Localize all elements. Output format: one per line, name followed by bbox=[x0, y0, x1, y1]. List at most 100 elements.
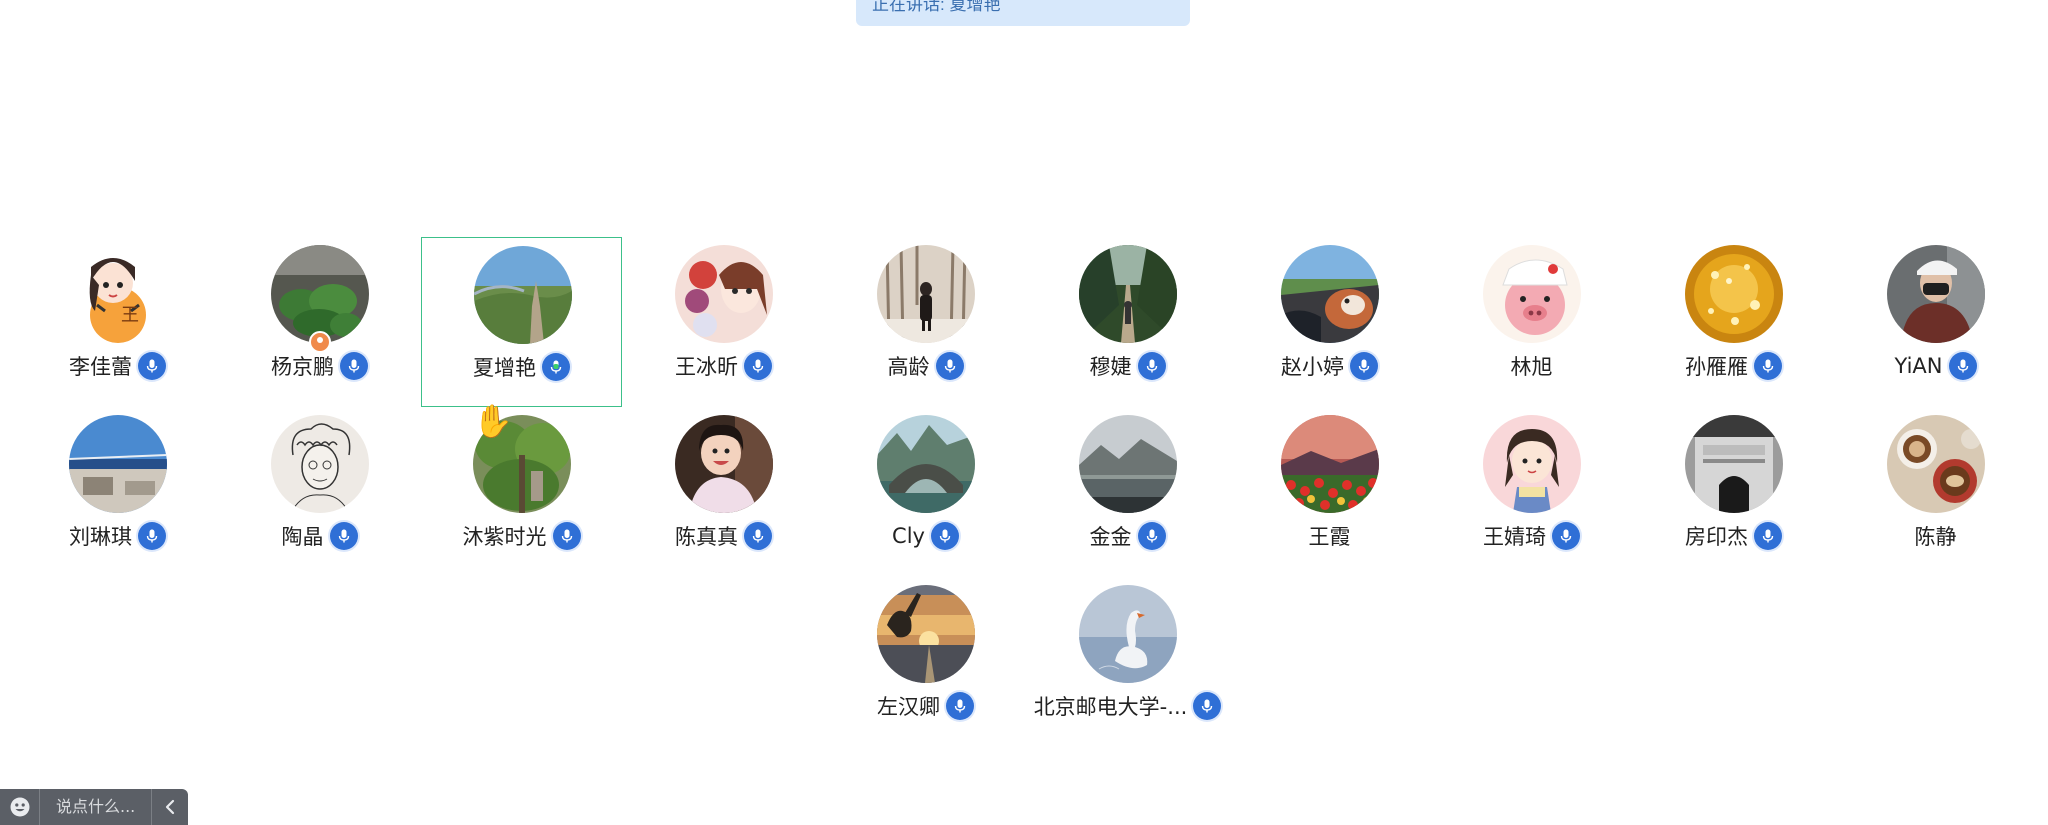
participant-tile[interactable]: 北京邮电大学-... bbox=[1027, 577, 1228, 747]
microphone-icon bbox=[939, 529, 951, 543]
participant-name: 左汉卿 bbox=[877, 695, 940, 719]
participant-name: 穆婕 bbox=[1089, 355, 1132, 379]
avatar bbox=[675, 415, 773, 513]
mic-status-icon[interactable] bbox=[1193, 692, 1222, 720]
participant-label: 左汉卿 bbox=[825, 691, 1026, 721]
meeting-gallery: 正在讲话: 夏增艳 王李佳蕾 杨京鹏 夏增艳 王冰昕 高龄 穆婕 赵小婷 林旭 孙雁雁 YiAN 刘… bbox=[0, 0, 2048, 825]
mic-status-icon[interactable] bbox=[138, 352, 166, 380]
participant-label: 李佳蕾 bbox=[17, 351, 218, 381]
participant-tile[interactable]: 房印杰 bbox=[1633, 407, 1834, 577]
participant-tile[interactable]: 左汉卿 bbox=[825, 577, 1026, 747]
mic-status-icon[interactable] bbox=[1754, 352, 1782, 380]
participant-label: 陈静 bbox=[1835, 521, 2036, 551]
collapse-button[interactable] bbox=[152, 789, 188, 825]
participant-label: 林旭 bbox=[1431, 351, 1632, 381]
participant-tile[interactable]: 林旭 bbox=[1431, 237, 1632, 407]
participant-label: 陈真真 bbox=[623, 521, 824, 551]
participant-label: Cly bbox=[825, 521, 1026, 551]
participant-tile[interactable]: Cly bbox=[825, 407, 1026, 577]
mic-status-icon[interactable] bbox=[1552, 522, 1580, 550]
microphone-icon bbox=[348, 359, 360, 373]
microphone-icon bbox=[1560, 529, 1572, 543]
participant-label: 金金 bbox=[1027, 521, 1228, 551]
mic-status-icon[interactable] bbox=[935, 352, 964, 380]
participant-label: 王婧琦 bbox=[1431, 521, 1632, 551]
mic-status-icon[interactable] bbox=[542, 353, 570, 381]
participant-label: 高龄 bbox=[825, 351, 1026, 381]
participant-label: YiAN bbox=[1835, 351, 2036, 381]
participant-name: 李佳蕾 bbox=[69, 355, 132, 379]
smiley-icon bbox=[10, 797, 29, 817]
microphone-icon bbox=[561, 529, 572, 543]
participant-tile[interactable]: ✋ 沐紫时光 bbox=[421, 403, 622, 577]
participant-tile[interactable]: YiAN bbox=[1835, 237, 2036, 407]
participant-name: 夏增艳 bbox=[473, 356, 536, 380]
avatar bbox=[69, 415, 167, 513]
microphone-icon bbox=[944, 359, 955, 373]
avatar bbox=[877, 415, 975, 513]
mic-status-icon[interactable] bbox=[138, 522, 166, 550]
participant-name: 陈真真 bbox=[675, 525, 738, 549]
microphone-icon bbox=[338, 529, 349, 543]
mic-status-icon[interactable] bbox=[744, 522, 772, 550]
participant-name: 陈静 bbox=[1914, 525, 1957, 549]
participant-tile[interactable]: 王霞 bbox=[1229, 407, 1430, 577]
participant-tile[interactable]: 夏增艳 bbox=[421, 237, 622, 407]
participant-name: 金金 bbox=[1089, 525, 1132, 549]
participant-tile[interactable]: 王李佳蕾 bbox=[17, 237, 218, 407]
avatar bbox=[1281, 245, 1379, 343]
participant-name: 刘琳琪 bbox=[69, 525, 132, 549]
participant-tile[interactable]: 杨京鹏 bbox=[219, 237, 420, 407]
avatar bbox=[271, 415, 369, 513]
participant-tile[interactable]: 赵小婷 bbox=[1229, 237, 1430, 407]
mic-status-icon[interactable] bbox=[1350, 352, 1378, 380]
participant-tile[interactable]: 孙雁雁 bbox=[1633, 237, 1834, 407]
chat-bar: 说点什么... bbox=[0, 789, 188, 825]
microphone-icon bbox=[1146, 359, 1157, 373]
participant-tile[interactable]: 穆婕 bbox=[1027, 237, 1228, 407]
participant-tile[interactable]: 陈静 bbox=[1835, 407, 2036, 577]
chat-input[interactable]: 说点什么... bbox=[40, 789, 152, 825]
microphone-icon bbox=[752, 359, 764, 373]
participant-tile[interactable]: 陶晶 bbox=[219, 407, 420, 577]
microphone-icon bbox=[146, 529, 158, 543]
participant-tile[interactable]: 高龄 bbox=[825, 237, 1026, 407]
participant-label: 房印杰 bbox=[1633, 521, 1834, 551]
participant-label: 赵小婷 bbox=[1229, 351, 1430, 381]
chevron-left-icon bbox=[165, 799, 175, 815]
mic-status-icon[interactable] bbox=[552, 522, 581, 550]
microphone-icon bbox=[954, 699, 966, 713]
participant-name: 林旭 bbox=[1510, 355, 1553, 379]
avatar bbox=[474, 246, 572, 344]
mic-status-icon[interactable] bbox=[329, 522, 358, 550]
participant-label: 王冰昕 bbox=[623, 351, 824, 381]
avatar bbox=[1483, 415, 1581, 513]
participant-tile[interactable]: 金金 bbox=[1027, 407, 1228, 577]
participant-label: 刘琳琪 bbox=[17, 521, 218, 551]
participant-name: 赵小婷 bbox=[1281, 355, 1344, 379]
mic-status-icon[interactable] bbox=[946, 692, 974, 720]
avatar bbox=[271, 245, 369, 343]
speaking-text: 正在讲话: 夏增艳 bbox=[872, 0, 1001, 14]
avatar bbox=[1685, 415, 1783, 513]
microphone-icon bbox=[1358, 359, 1370, 373]
mic-status-icon[interactable] bbox=[1137, 352, 1166, 380]
raised-hand-icon: ✋ bbox=[473, 403, 513, 439]
participant-label: 沐紫时光 bbox=[421, 521, 622, 551]
mic-status-icon[interactable] bbox=[1137, 522, 1166, 550]
mic-status-icon[interactable] bbox=[744, 352, 772, 380]
mic-status-icon[interactable] bbox=[1948, 352, 1977, 380]
emoji-button[interactable] bbox=[0, 789, 40, 825]
participant-tile[interactable]: 王冰昕 bbox=[623, 237, 824, 407]
mic-status-icon[interactable] bbox=[930, 522, 959, 550]
participant-tile[interactable]: 王婧琦 bbox=[1431, 407, 1632, 577]
speaking-indicator: 正在讲话: 夏增艳 bbox=[856, 0, 1190, 26]
participant-name: 陶晶 bbox=[281, 525, 324, 549]
participant-tile[interactable]: 陈真真 bbox=[623, 407, 824, 577]
svg-text:王: 王 bbox=[121, 305, 139, 326]
mic-status-icon[interactable] bbox=[1754, 522, 1782, 550]
participant-tile[interactable]: 刘琳琪 bbox=[17, 407, 218, 577]
mic-status-icon[interactable] bbox=[340, 352, 368, 380]
participant-label: 穆婕 bbox=[1027, 351, 1228, 381]
avatar bbox=[1887, 415, 1985, 513]
